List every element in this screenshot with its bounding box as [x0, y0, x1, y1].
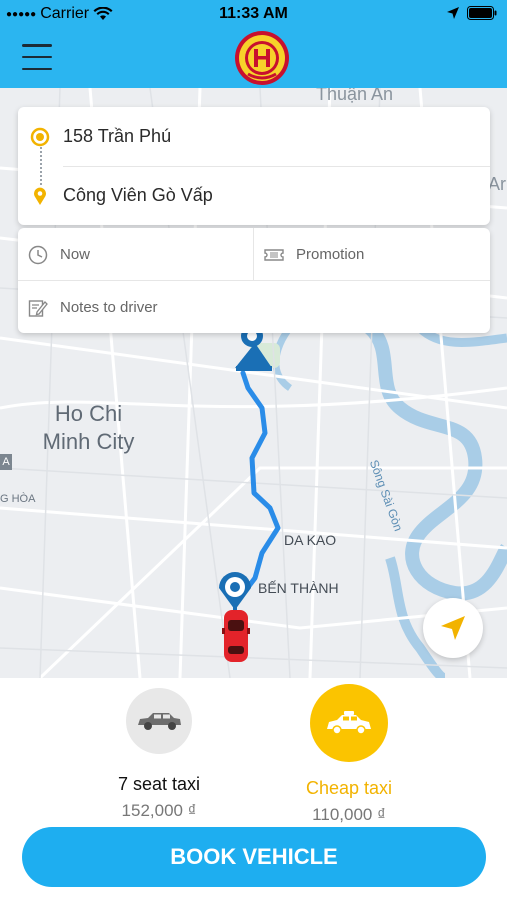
vehicle-option-cheap-taxi[interactable]: Cheap taxi 110,000 ₫ [274, 684, 424, 825]
destination-address: Công Viên Gò Vấp [63, 185, 213, 205]
promotion-option[interactable]: Promotion [264, 242, 484, 267]
vehicle-icon-circle-selected [310, 684, 388, 762]
pickup-time-label: Now [60, 246, 91, 263]
my-location-button[interactable] [423, 598, 483, 658]
company-logo [235, 31, 289, 85]
car-marker [222, 610, 250, 662]
app-header [0, 30, 507, 88]
pickup-time-option[interactable]: Now [28, 242, 253, 267]
map-label-city: Ho Chi Minh City [42, 401, 135, 454]
notes-placeholder: Notes to driver [60, 299, 158, 316]
destination-address-row[interactable]: Công Viên Gò Vấp [18, 166, 490, 225]
map-label-hoa: G HÒA [0, 493, 36, 505]
pickup-address-row[interactable]: 158 Trần Phú [18, 107, 490, 166]
destination-pin-icon [34, 187, 46, 205]
promotion-label: Promotion [296, 246, 365, 263]
vehicle-option-7-seat[interactable]: 7 seat taxi 152,000 ₫ [84, 688, 234, 821]
clock: 11:33 AM [219, 5, 288, 22]
edit-note-icon [28, 299, 48, 317]
ticket-icon [264, 248, 284, 261]
map-label-thuan-an: Thuận An [316, 88, 394, 104]
map-label-ben-thanh: BẾN THÀNH [258, 580, 339, 596]
vehicle-name: Cheap taxi [305, 778, 393, 798]
pickup-address: 158 Trần Phú [63, 126, 172, 146]
options-vertical-divider [253, 228, 254, 280]
navigation-arrow-icon [441, 616, 465, 640]
options-horizontal-divider [18, 280, 490, 281]
notes-to-driver-field[interactable]: Notes to driver [28, 295, 478, 320]
vehicle-price: 110,000 ₫ [312, 805, 386, 824]
trip-options-card: Now Promotion Notes to driver [18, 228, 490, 333]
taxi-car-icon [327, 711, 371, 735]
vehicle-icon-circle [126, 688, 192, 754]
vehicle-price: 152,000 ₫ [121, 801, 197, 820]
map-label-a-badge: A [0, 454, 12, 470]
book-vehicle-button[interactable]: BOOK VEHICLE [22, 827, 486, 887]
clock-icon [28, 245, 48, 264]
vehicle-selection-panel: 7 seat taxi 152,000 ₫ Cheap taxi 110,000… [0, 678, 507, 900]
battery-icon [467, 6, 497, 20]
status-right [447, 6, 497, 20]
map-label-da-kao: DA KAO [284, 532, 337, 548]
location-arrow-icon [447, 7, 459, 19]
status-bar: ●●●●● Carrier 11:33 AM [0, 0, 507, 30]
vehicle-name: 7 seat taxi [117, 774, 201, 794]
map-label-ar: Ar [488, 174, 506, 194]
address-card: 158 Trần Phú Công Viên Gò Vấp [18, 107, 490, 225]
hamburger-menu-icon[interactable] [22, 44, 52, 70]
pickup-dot-icon [30, 127, 50, 146]
suv-car-icon [138, 713, 181, 730]
